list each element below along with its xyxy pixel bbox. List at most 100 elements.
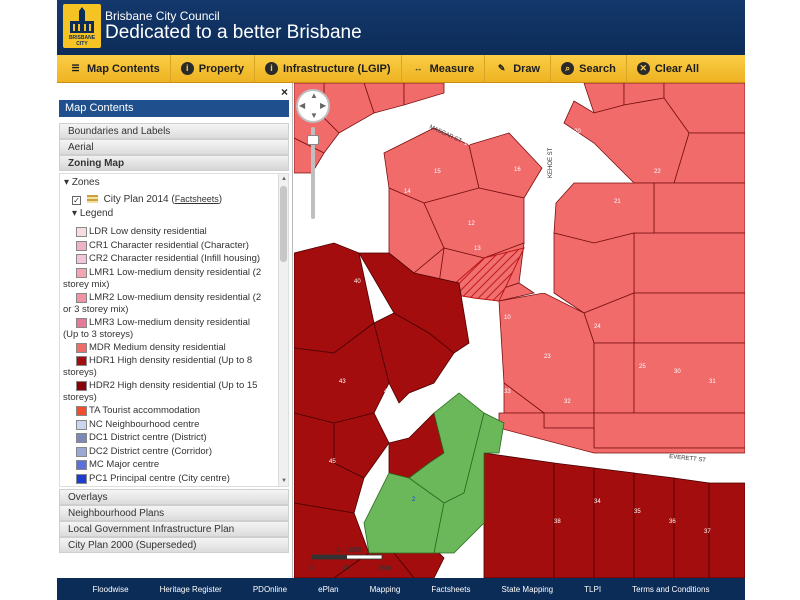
legend-label: NC Neighbourhood centre xyxy=(89,418,200,430)
legend-swatch xyxy=(76,227,87,237)
infrastructure-button[interactable]: i Infrastructure (LGIP) xyxy=(255,55,402,82)
legend-swatch xyxy=(76,419,87,430)
lot-number: 45 xyxy=(329,459,336,465)
section-neighbourhood-plans[interactable]: Neighbourhood Plans xyxy=(59,505,289,521)
lot-number: 40 xyxy=(354,279,361,285)
legend-item: LMR1 Low-medium density residential (2 st… xyxy=(63,267,281,291)
legend-label: TA Tourist accommodation xyxy=(89,405,201,416)
measure-button[interactable]: ↔ Measure xyxy=(402,55,486,82)
lot-number: 31 xyxy=(709,379,716,385)
legend-swatch xyxy=(76,240,87,251)
legend-swatch xyxy=(76,473,87,484)
pan-left-icon[interactable]: ◀ xyxy=(299,101,305,110)
legend-label: PC1 Principal centre (City centre) xyxy=(89,472,230,484)
legend-label: LMR3 Low-medium density residential xyxy=(89,316,251,328)
property-button[interactable]: i Property xyxy=(171,55,255,82)
measure-icon: ↔ xyxy=(413,63,423,73)
legend-item: TA Tourist accommodation xyxy=(76,405,281,417)
footer-link-eplan[interactable]: ePlan xyxy=(318,585,338,594)
legend-label: MC Major centre xyxy=(89,459,160,470)
org-name: Brisbane City Council xyxy=(105,9,220,23)
clear-all-button[interactable]: ✕ Clear All xyxy=(627,55,709,82)
footer-link-state-mapping[interactable]: State Mapping xyxy=(502,585,554,594)
section-aerial[interactable]: Aerial xyxy=(59,139,289,155)
footer-link-factsheets[interactable]: Factsheets xyxy=(431,585,470,594)
section-zoning-map[interactable]: Zoning Map xyxy=(59,155,289,171)
lot-number: 30 xyxy=(674,369,681,375)
zoom-handle[interactable] xyxy=(307,135,319,145)
pan-down-icon[interactable]: ▼ xyxy=(310,111,318,120)
layer-tree: ▾ Zones ✓ City Plan 2014 (Factsheets) ▾ … xyxy=(59,173,289,487)
legend-swatch xyxy=(76,446,87,457)
scroll-thumb[interactable] xyxy=(280,186,287,262)
city-plan-checkbox[interactable]: ✓ xyxy=(72,196,81,205)
layer-stripes-icon xyxy=(86,195,98,203)
close-panel-button[interactable]: × xyxy=(281,85,288,99)
legend-item: LDR Low density residential xyxy=(76,226,281,238)
legend-label: LMR2 Low-medium density residential (2 xyxy=(89,291,262,303)
lot-number: 33 xyxy=(504,389,511,395)
legend-item: DC2 District centre (Corridor) xyxy=(76,446,281,458)
footer-link-floodwise[interactable]: Floodwise xyxy=(93,585,129,594)
zoom-slider[interactable] xyxy=(307,127,319,219)
footer-link-tlpi[interactable]: TLPI xyxy=(584,585,601,594)
lot-number: 22 xyxy=(654,169,661,175)
pan-up-icon[interactable]: ▲ xyxy=(310,91,318,100)
scale-tick-10: 10 xyxy=(342,565,350,572)
draw-label: Draw xyxy=(513,62,541,75)
legend-node[interactable]: ▾ Legend xyxy=(72,208,113,219)
section-city-plan-2000[interactable]: City Plan 2000 (Superseded) xyxy=(59,537,289,553)
clear-all-label: Clear All xyxy=(654,62,700,75)
legend-item: NC Neighbourhood centre xyxy=(76,419,281,431)
legend-label-continued: (Up to 3 storeys) xyxy=(63,328,134,340)
footer-link-mapping[interactable]: Mapping xyxy=(370,585,401,594)
draw-button[interactable]: ✎ Draw xyxy=(485,55,552,82)
zones-label: Zones xyxy=(71,177,100,188)
pan-right-icon[interactable]: ▶ xyxy=(320,101,326,110)
footer-link-pdonline[interactable]: PDOnline xyxy=(253,585,287,594)
footer-link-heritage-register[interactable]: Heritage Register xyxy=(160,585,222,594)
search-label: Search xyxy=(579,62,616,75)
lot-number: 39 xyxy=(314,219,321,225)
lot-number: 16 xyxy=(514,167,521,173)
caret-down-icon: ▾ xyxy=(64,177,70,188)
legend-label: MDR Medium density residential xyxy=(89,341,226,353)
header-banner: BRISBANE CITY Brisbane City Council Dedi… xyxy=(57,0,745,55)
legend-item: MDR Medium density residential xyxy=(76,342,281,354)
clear-icon: ✕ xyxy=(636,62,650,75)
lot-number: 24 xyxy=(594,324,601,330)
legend-label: HDR1 High density residential (Up to 8 xyxy=(89,355,253,366)
search-button[interactable]: ⌕ Search xyxy=(551,55,627,82)
lot-number: 25 xyxy=(639,364,646,370)
footer-link-terms[interactable]: Terms and Conditions xyxy=(632,585,709,594)
section-overlays[interactable]: Overlays xyxy=(59,489,289,505)
legend-item: LMR2 Low-medium density residential (2 or… xyxy=(63,291,281,316)
lot-number: 19 xyxy=(464,141,471,147)
legend-label-continued: storeys) xyxy=(63,392,97,403)
layer-tree-scrollbar[interactable]: ▲ ▼ xyxy=(278,174,288,486)
legend-label-continued: or 3 storey mix) xyxy=(63,303,129,315)
section-boundaries-and-labels[interactable]: Boundaries and Labels xyxy=(59,123,289,139)
scale-tick-0: 0 xyxy=(310,565,314,572)
map-canvas[interactable]: MASCAR ST KEHOE ST EVERETT ST 2 9 10 11 12 13… xyxy=(294,83,745,578)
infrastructure-label: Infrastructure (LGIP) xyxy=(282,62,391,75)
lot-number: 34 xyxy=(594,499,601,505)
map-contents-button[interactable]: ☰ Map Contents xyxy=(57,55,171,82)
search-icon: ⌕ xyxy=(561,62,575,75)
factsheets-link[interactable]: Factsheets xyxy=(175,194,219,204)
lot-number: 32 xyxy=(564,399,571,405)
legend-swatch xyxy=(76,292,87,303)
lot-number: 23 xyxy=(544,354,551,360)
city-hall-icon xyxy=(70,7,94,33)
section-lgip[interactable]: Local Government Infrastructure Plan xyxy=(59,521,289,537)
lot-number: 10 xyxy=(504,315,511,321)
zoning-map[interactable]: MASCAR ST KEHOE ST EVERETT ST 2910111213… xyxy=(294,83,745,578)
lot-number: 36 xyxy=(669,519,676,525)
zones-node[interactable]: ▾ Zones xyxy=(64,177,100,188)
legend-label: LDR Low density residential xyxy=(89,226,207,237)
legend-label: DC1 District centre (District) xyxy=(89,432,207,443)
council-logo[interactable]: BRISBANE CITY xyxy=(63,4,101,48)
pan-control[interactable]: ▲ ▼ ◀ ▶ xyxy=(296,89,330,123)
scroll-up-icon[interactable]: ▲ xyxy=(279,174,288,184)
scroll-down-icon[interactable]: ▼ xyxy=(279,476,288,486)
